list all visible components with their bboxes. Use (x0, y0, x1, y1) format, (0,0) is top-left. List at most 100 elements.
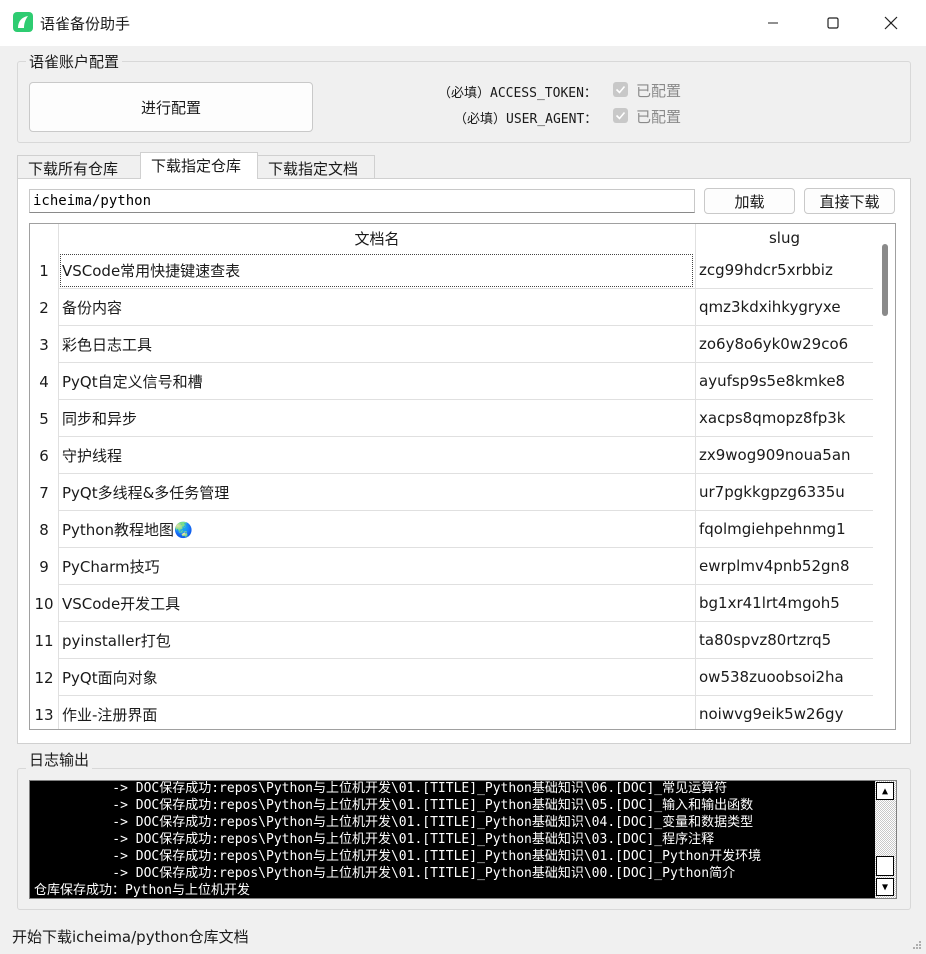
table-scrollbar[interactable] (873, 224, 895, 729)
slug-cell[interactable]: xacps8qmopz8fp3k (695, 400, 873, 437)
column-header-docname[interactable]: 文档名 (58, 224, 695, 252)
table-row[interactable]: 7 PyQt多线程&多任务管理 ur7pgkkgpzg6335u (30, 474, 873, 511)
doc-name-cell[interactable]: PyCharm技巧 (58, 548, 695, 585)
doc-name-cell[interactable]: 彩色日志工具 (58, 326, 695, 363)
load-button[interactable]: 加载 (704, 188, 795, 214)
row-number[interactable]: 4 (30, 363, 58, 400)
access-token-checkbox[interactable] (613, 82, 628, 97)
slug-cell[interactable]: zcg99hdcr5xrbbiz (695, 252, 873, 289)
slug-cell[interactable]: ewrplmv4pnb52gn8 (695, 548, 873, 585)
slug-cell[interactable]: bg1xr41lrt4mgoh5 (695, 585, 873, 622)
log-scrollbar-thumb[interactable] (876, 856, 894, 876)
user-agent-status: 已配置 (636, 108, 682, 126)
slug-cell[interactable]: noiwvg9eik5w26gy (695, 696, 873, 729)
log-line: -> DOC保存成功:repos\Python与上位机开发\01.[TITLE]… (34, 798, 754, 813)
doc-name-cell[interactable]: 同步和异步 (58, 400, 695, 437)
user-agent-checkbox[interactable] (613, 108, 628, 123)
slug-cell[interactable]: zo6y8o6yk0w29co6 (695, 326, 873, 363)
row-number-header (30, 224, 58, 252)
table-row[interactable]: 11 pyinstaller打包 ta80spvz80rtzrq5 (30, 622, 873, 659)
access-token-label: （必填）ACCESS_TOKEN： (438, 86, 597, 101)
table-row[interactable]: 4 PyQt自定义信号和槽 ayufsp9s5e8kmke8 (30, 363, 873, 400)
doc-name-cell[interactable]: Python教程地图🌏 (58, 511, 695, 548)
slug-cell[interactable]: ta80spvz80rtzrq5 (695, 622, 873, 659)
doc-name-cell[interactable]: PyQt多线程&多任务管理 (58, 474, 695, 511)
slug-cell[interactable]: ur7pgkkgpzg6335u (695, 474, 873, 511)
row-number[interactable]: 9 (30, 548, 58, 585)
minimize-icon (768, 22, 778, 24)
status-message: 开始下载icheima/python仓库文档 (12, 928, 249, 946)
row-number[interactable]: 11 (30, 622, 58, 659)
doc-name-cell[interactable]: VSCode常用快捷键速查表 (58, 252, 695, 289)
table-row[interactable]: 12 PyQt面向对象 ow538zuoobsoi2ha (30, 659, 873, 696)
log-scrollbar[interactable]: ▲ ▼ (875, 781, 896, 898)
app-logo-icon (13, 12, 33, 32)
row-number[interactable]: 5 (30, 400, 58, 437)
table-body: 1 VSCode常用快捷键速查表 zcg99hdcr5xrbbiz 2 备份内容 qmz3… (30, 252, 873, 729)
window-title: 语雀备份助手 (40, 15, 131, 33)
log-line: 仓库保存成功：Python与上位机开发 (34, 883, 250, 898)
log-line: -> DOC保存成功:repos\Python与上位机开发\01.[TITLE]… (34, 815, 754, 830)
doc-name-cell[interactable]: PyQt面向对象 (58, 659, 695, 696)
table-row[interactable]: 3 彩色日志工具 zo6y8o6yk0w29co6 (30, 326, 873, 363)
scroll-up-arrow-icon[interactable]: ▲ (876, 782, 894, 800)
row-number[interactable]: 8 (30, 511, 58, 548)
table-row[interactable]: 10 VSCode开发工具 bg1xr41lrt4mgoh5 (30, 585, 873, 622)
doc-name-cell[interactable]: 守护线程 (58, 437, 695, 474)
table-row[interactable]: 1 VSCode常用快捷键速查表 zcg99hdcr5xrbbiz (30, 252, 873, 289)
scroll-down-arrow-icon[interactable]: ▼ (876, 878, 894, 896)
log-line: -> DOC保存成功:repos\Python与上位机开发\01.[TITLE]… (34, 849, 762, 864)
tab-download-specific-repo[interactable]: 下载指定仓库 (140, 152, 258, 179)
row-number[interactable]: 7 (30, 474, 58, 511)
row-number[interactable]: 2 (30, 289, 58, 326)
log-output-title: 日志输出 (26, 749, 93, 770)
configure-button[interactable]: 进行配置 (29, 82, 313, 132)
doc-name-cell[interactable]: pyinstaller打包 (58, 622, 695, 659)
title-bar: 语雀备份助手 (0, 0, 926, 46)
table-row[interactable]: 9 PyCharm技巧 ewrplmv4pnb52gn8 (30, 548, 873, 585)
slug-cell[interactable]: qmz3kdxihkygryxe (695, 289, 873, 326)
row-number[interactable]: 6 (30, 437, 58, 474)
close-button[interactable] (868, 8, 914, 38)
check-icon (615, 85, 626, 94)
maximize-button[interactable] (810, 8, 856, 38)
row-number[interactable]: 13 (30, 696, 58, 729)
table-scrollbar-thumb[interactable] (882, 244, 888, 316)
log-console[interactable]: -> DOC保存成功:repos\Python与上位机开发\01.[TITLE]… (29, 780, 897, 899)
doc-name-cell[interactable]: 备份内容 (58, 289, 695, 326)
log-line: -> DOC保存成功:repos\Python与上位机开发\01.[TITLE]… (34, 781, 728, 796)
slug-cell[interactable]: ayufsp9s5e8kmke8 (695, 363, 873, 400)
doc-name-cell[interactable]: VSCode开发工具 (58, 585, 695, 622)
close-icon (884, 16, 898, 30)
minimize-button[interactable] (750, 8, 796, 38)
log-line: -> DOC保存成功:repos\Python与上位机开发\01.[TITLE]… (34, 866, 736, 881)
tab-download-specific-doc[interactable]: 下载指定文档 (257, 155, 375, 179)
table-row[interactable]: 8 Python教程地图🌏 fqolmgiehpehnmg1 (30, 511, 873, 548)
resize-grip-icon[interactable] (912, 940, 922, 950)
row-number[interactable]: 12 (30, 659, 58, 696)
user-agent-label: （必填）USER_AGENT： (454, 112, 598, 127)
maximize-icon (827, 17, 839, 29)
log-line: -> DOC保存成功:repos\Python与上位机开发\01.[TITLE]… (34, 832, 715, 847)
row-number[interactable]: 1 (30, 252, 58, 289)
row-number[interactable]: 3 (30, 326, 58, 363)
direct-download-button[interactable]: 直接下载 (804, 188, 895, 214)
access-token-status: 已配置 (636, 82, 682, 100)
row-number[interactable]: 10 (30, 585, 58, 622)
table-row[interactable]: 5 同步和异步 xacps8qmopz8fp3k (30, 400, 873, 437)
doc-table: 文档名 slug 1 VSCode常用快捷键速查表 zcg99hdcr5xrbbiz… (29, 223, 896, 730)
table-row[interactable]: 13 作业-注册界面 noiwvg9eik5w26gy (30, 696, 873, 729)
repo-input[interactable] (29, 189, 695, 213)
slug-cell[interactable]: ow538zuoobsoi2ha (695, 659, 873, 696)
doc-name-cell[interactable]: 作业-注册界面 (58, 696, 695, 729)
tab-download-all-repos[interactable]: 下载所有仓库 (17, 155, 141, 179)
table-row[interactable]: 6 守护线程 zx9wog909noua5an (30, 437, 873, 474)
log-lines: -> DOC保存成功:repos\Python与上位机开发\01.[TITLE]… (34, 781, 874, 898)
table-row[interactable]: 2 备份内容 qmz3kdxihkygryxe (30, 289, 873, 326)
account-config-title: 语雀账户配置 (26, 51, 123, 72)
check-icon (615, 111, 626, 120)
slug-cell[interactable]: zx9wog909noua5an (695, 437, 873, 474)
column-header-slug[interactable]: slug (695, 224, 873, 252)
doc-name-cell[interactable]: PyQt自定义信号和槽 (58, 363, 695, 400)
slug-cell[interactable]: fqolmgiehpehnmg1 (695, 511, 873, 548)
